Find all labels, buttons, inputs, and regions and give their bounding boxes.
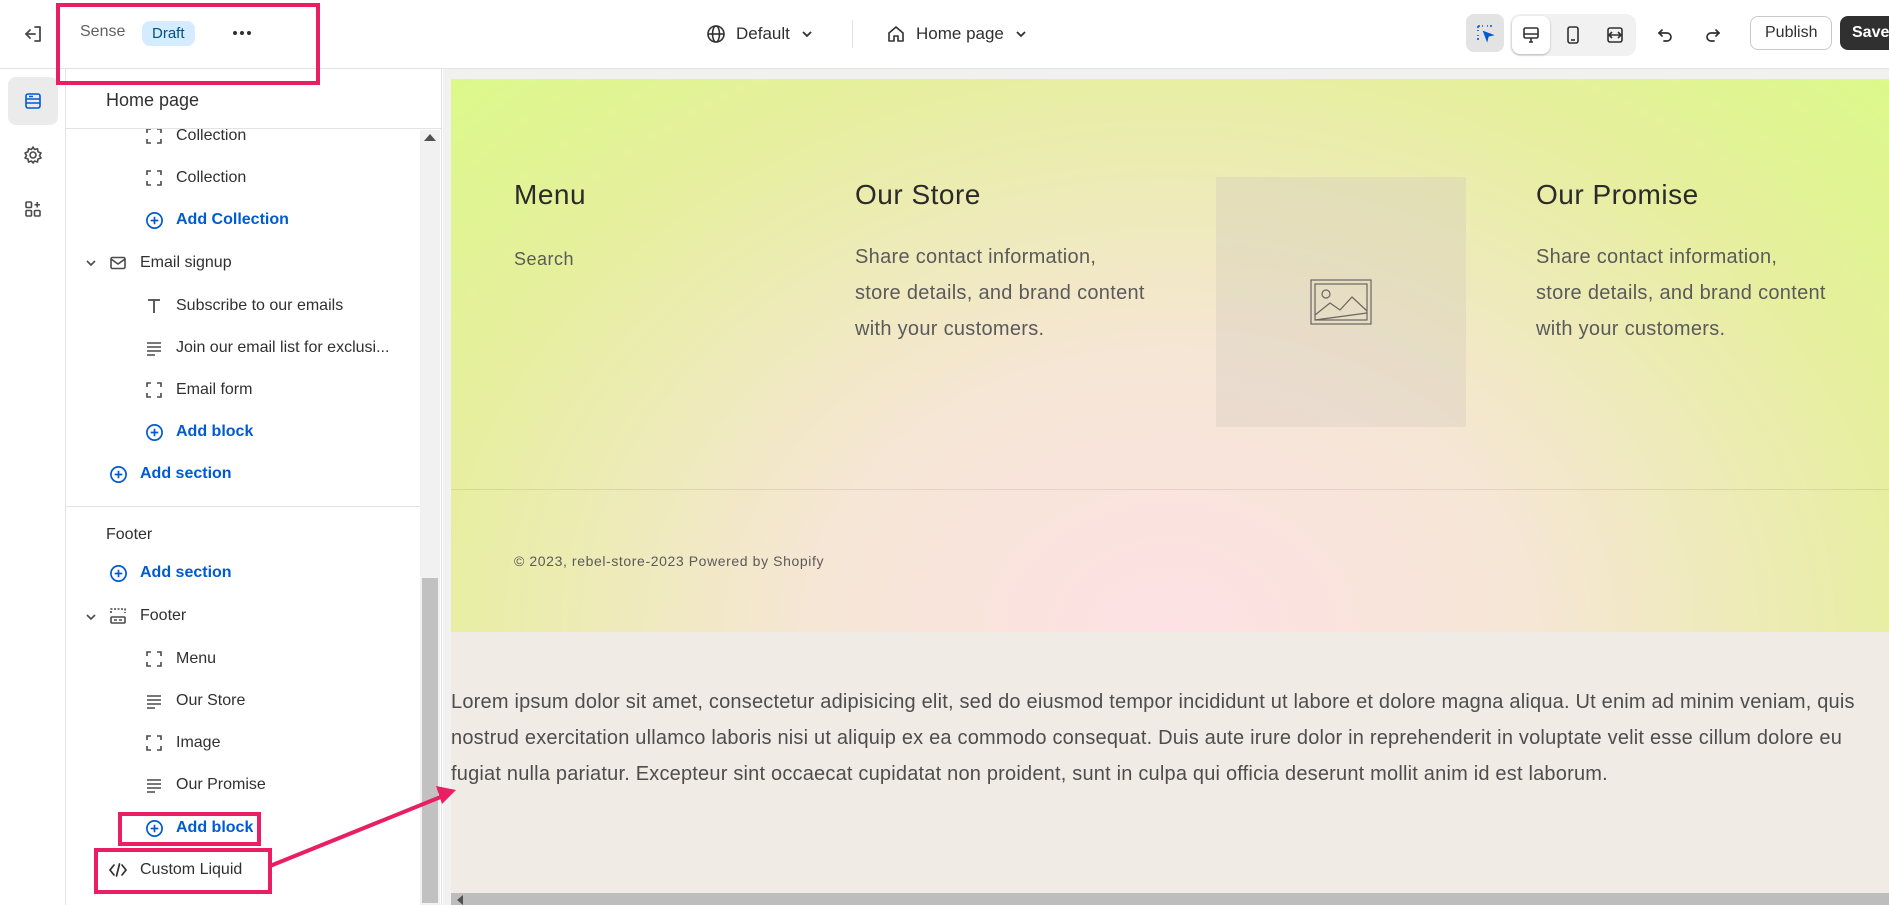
- annotation-arrow: [269, 786, 456, 868]
